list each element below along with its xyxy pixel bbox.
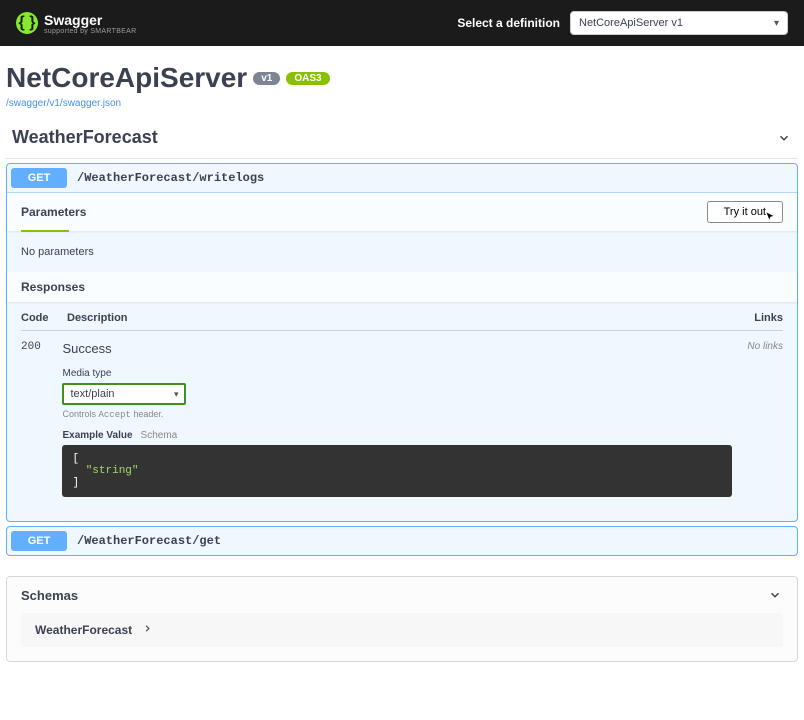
chevron-down-icon [776,130,792,146]
definition-selected-value: NetCoreApiServer v1 [579,17,683,29]
method-badge-get: GET [11,168,67,188]
tab-schema[interactable]: Schema [141,430,178,441]
no-parameters-text: No parameters [21,246,94,258]
th-description: Description [67,312,727,324]
brand-name: Swagger [44,12,102,28]
responses-header: Responses [7,272,797,302]
responses-heading: Responses [21,280,85,294]
chevron-right-icon [142,623,153,637]
parameters-heading: Parameters [21,205,86,219]
opblock-get-writelogs: GET /WeatherForecast/writelogs Parameter… [6,163,798,522]
parameters-tab-underline [21,230,69,232]
schema-name: WeatherForecast [35,623,132,637]
method-badge-get: GET [11,531,67,551]
opblock-summary[interactable]: GET /WeatherForecast/get [7,527,797,555]
opblock-get-get: GET /WeatherForecast/get [6,526,798,556]
logo: { } Swagger supported by SMARTBEAR [16,12,136,35]
operations-section: WeatherForecast GET /WeatherForecast/wri… [0,117,804,556]
definition-select[interactable]: NetCoreApiServer v1 [570,11,788,35]
api-title: NetCoreApiServer [6,62,247,94]
response-links: No links [732,341,783,497]
parameters-body: No parameters [7,232,797,272]
try-it-out-button[interactable]: Try it out [707,201,783,223]
api-info: NetCoreApiServer v1 OAS3 /swagger/v1/swa… [0,46,804,117]
oas-badge: OAS3 [286,72,329,85]
schemas-section: Schemas WeatherForecast [6,576,798,662]
chevron-down-icon [767,587,783,603]
tag-weatherforecast[interactable]: WeatherForecast [6,117,798,159]
spec-url-link[interactable]: /swagger/v1/swagger.json [6,98,121,109]
schema-item-weatherforecast[interactable]: WeatherForecast [21,613,783,647]
brand-subtitle: supported by SMARTBEAR [44,28,136,35]
operation-path: /WeatherForecast/get [77,534,221,548]
select-definition-label: Select a definition [457,16,560,30]
opblock-body: Parameters Try it out No parameters Resp… [7,192,797,521]
response-row-200: 200 Success Media type text/plain Contro… [21,331,783,507]
responses-body: Code Description Links 200 Success Media… [7,302,797,521]
definition-selector-group: Select a definition NetCoreApiServer v1 [457,11,788,35]
response-code: 200 [21,341,62,497]
th-code: Code [21,312,67,324]
operation-path: /WeatherForecast/writelogs [77,171,264,185]
parameters-header: Parameters Try it out [7,193,797,231]
media-hint: Controls Accept header. [62,409,732,420]
media-type-selected: text/plain [70,388,114,400]
api-version-badge: v1 [253,72,280,85]
topbar: { } Swagger supported by SMARTBEAR Selec… [0,0,804,46]
schemas-header[interactable]: Schemas [7,577,797,613]
th-links: Links [727,312,783,324]
swagger-logo-icon: { } [16,12,38,34]
response-description: Success Media type text/plain Controls A… [62,341,732,497]
response-status-text: Success [62,341,732,356]
schemas-heading: Schemas [21,588,78,603]
media-type-select[interactable]: text/plain [62,383,186,405]
example-code-block: [ "string" ] [62,445,732,497]
tag-name: WeatherForecast [12,127,158,148]
opblock-summary[interactable]: GET /WeatherForecast/writelogs [7,164,797,192]
tab-example-value[interactable]: Example Value [62,430,132,441]
example-tabs: Example Value Schema [62,430,732,441]
media-type-label: Media type [62,368,732,379]
responses-table-head: Code Description Links [21,302,783,331]
